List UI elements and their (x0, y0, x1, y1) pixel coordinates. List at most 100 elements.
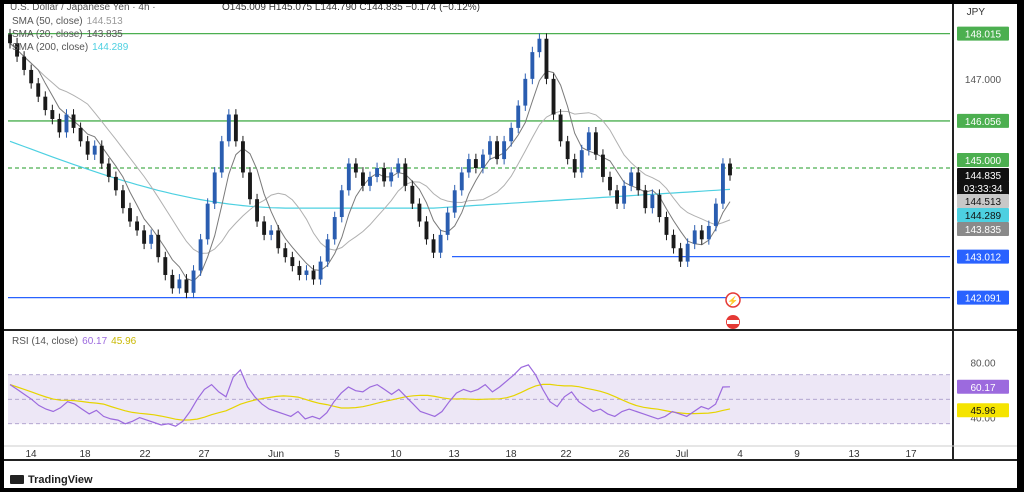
price-label-level-3: 145.000 (965, 156, 1002, 167)
candle-body (417, 203, 422, 222)
candle-body (276, 230, 281, 249)
candle-body (488, 141, 492, 155)
rsi-label-ma: 45.96 (970, 406, 995, 417)
brand-text: TradingView (28, 474, 93, 486)
candle-body (361, 172, 365, 186)
us-flag-stripe (727, 320, 739, 324)
candle-body (121, 190, 125, 209)
candle-body (481, 154, 485, 168)
candle-body (382, 168, 387, 182)
candle-body (290, 257, 295, 267)
legend-sma20-label: SMA (20, close) (12, 29, 83, 40)
candle-body (586, 132, 591, 151)
candle-body (551, 78, 556, 115)
candle-body (233, 114, 238, 142)
candle-body (184, 279, 189, 293)
candle-body (438, 234, 443, 253)
legend-sma200-label: SMA (200, close) (12, 42, 89, 53)
legend-sma20[interactable]: SMA (20, close) 143.835 (12, 29, 123, 40)
time-tick-13: 13 (448, 449, 460, 460)
price-label-sma20: 143.835 (965, 225, 1002, 236)
candle-body (728, 163, 732, 176)
price-label-level-5: 142.091 (965, 294, 1002, 305)
candle-body (297, 266, 302, 275)
candle-body (650, 194, 655, 209)
candle-body (156, 234, 161, 258)
candle-body (664, 217, 669, 235)
time-tick-5: 5 (334, 449, 340, 460)
candle-body (64, 114, 69, 133)
candle-body (92, 145, 97, 155)
candle-body (410, 185, 415, 204)
time-tick-22: 22 (139, 449, 151, 460)
chart-canvas[interactable]: ⚡ 147.000 148.015 146.056 145.000 144.835 03:3… (4, 4, 1017, 488)
candle-body (71, 114, 76, 128)
candle-body (353, 163, 358, 173)
candle-body (593, 132, 598, 155)
currency-label: JPY (966, 7, 985, 18)
sma50-line (9, 42, 731, 254)
legend-sma200-value: 144.289 (92, 42, 129, 53)
price-tick-147: 147.000 (965, 75, 1002, 86)
candle-body (713, 203, 718, 226)
time-tick-Jul: Jul (676, 449, 689, 460)
candle-body (50, 110, 55, 119)
price-label-sma200: 144.289 (965, 211, 1002, 222)
legend-sma50[interactable]: SMA (50, close) 144.513 (12, 16, 123, 27)
candle-body (113, 176, 118, 191)
ohlc-text: O145.009 H145.075 L144.790 C144.835 −0.1… (222, 4, 480, 13)
time-tick-Jun: Jun (268, 449, 284, 460)
candle-body (226, 114, 231, 142)
candle-body (473, 159, 478, 168)
symbol-header: U.S. Dollar / Japanese Yen · 4h · (10, 4, 156, 13)
candle-body (601, 154, 605, 177)
candle-body (579, 150, 584, 173)
candle-body (135, 221, 139, 231)
candle-body (78, 127, 83, 142)
candle-body (396, 163, 401, 173)
candle-body (671, 234, 676, 249)
candle-body (36, 83, 41, 97)
time-tick-27: 27 (198, 449, 210, 460)
tradingview-brand[interactable]: TradingView (10, 474, 93, 486)
time-tick-10: 10 (390, 449, 402, 460)
candle-body (678, 248, 683, 262)
candle-body (177, 279, 182, 289)
candle-body (318, 261, 323, 280)
symbol-text: U.S. Dollar / Japanese Yen · 4h · (10, 4, 156, 13)
rsi-tick-80: 80.00 (970, 359, 995, 370)
candle-body (565, 141, 570, 160)
candle-body (191, 270, 196, 293)
economic-event-glyph: ⚡ (727, 295, 738, 307)
candle-body (445, 212, 450, 235)
candle-body (495, 141, 499, 160)
price-label-level-1: 148.015 (965, 30, 1002, 41)
candle-body (170, 274, 175, 289)
legend-rsi[interactable]: RSI (14, close) 60.17 45.96 (12, 336, 136, 347)
candle-body (149, 234, 154, 244)
candle-body (572, 159, 577, 173)
time-tick-17: 17 (905, 449, 917, 460)
candle-body (368, 176, 372, 186)
candle-body (608, 176, 612, 191)
candle-body (198, 239, 203, 271)
candle-body (657, 194, 662, 218)
candle-body (325, 239, 330, 262)
legend-rsi-ma-value: 45.96 (111, 336, 137, 347)
legend-sma200[interactable]: SMA (200, close) 144.289 (12, 42, 128, 53)
candle-body (692, 230, 697, 244)
price-label-sma50: 144.513 (965, 197, 1002, 208)
legend-sma50-label: SMA (50, close) (12, 16, 83, 27)
candle-body (389, 172, 394, 182)
time-tick-18: 18 (505, 449, 517, 460)
candle-body (283, 248, 288, 258)
tradingview-logo-icon (10, 475, 24, 484)
time-tick-4: 4 (737, 449, 743, 460)
legend-rsi-label: RSI (14, close) (12, 336, 79, 347)
candle-body (106, 163, 111, 177)
candle-body (629, 172, 634, 186)
candle-body (452, 190, 457, 213)
candle-body (721, 163, 725, 204)
time-tick-22: 22 (560, 449, 572, 460)
time-tick-18: 18 (79, 449, 91, 460)
